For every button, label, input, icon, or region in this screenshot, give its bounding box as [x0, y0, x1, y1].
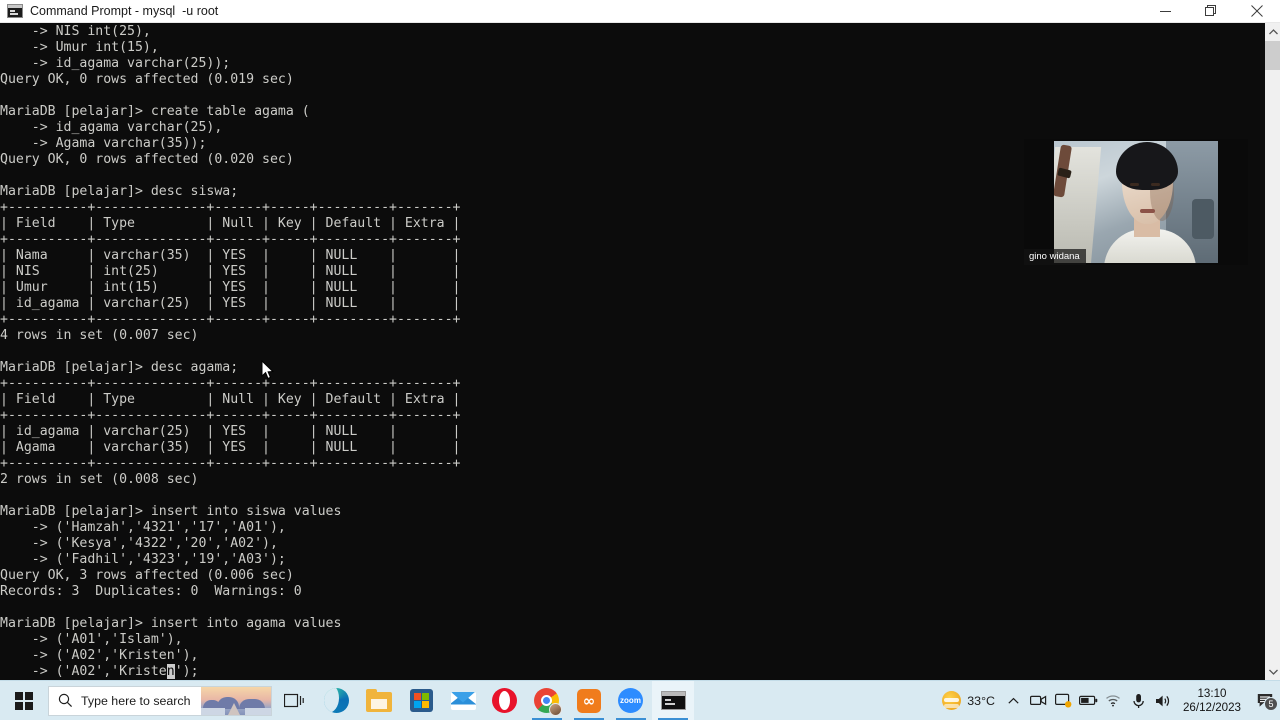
- restore-button[interactable]: [1188, 0, 1234, 23]
- system-tray: 33°C 13:10 26/12/2023 5: [938, 681, 1280, 720]
- screen-share-icon[interactable]: [1051, 681, 1076, 720]
- taskbar-app-microsoft-store[interactable]: [400, 681, 442, 720]
- mail-icon: [450, 691, 476, 710]
- webcam-name-label: gino widana: [1024, 249, 1086, 265]
- console-output-area[interactable]: -> NIS int(25), -> Umur int(15), -> id_a…: [0, 23, 1264, 680]
- windows-taskbar: Type here to search ∞ zoom 33°C 13:10 26…: [0, 680, 1280, 720]
- taskbar-app-microsoft-edge[interactable]: [316, 681, 358, 720]
- chrome-profile-thumbnail-icon: [549, 702, 562, 716]
- camera-icon[interactable]: [1026, 681, 1051, 720]
- webcam-background-object: [1192, 199, 1214, 239]
- wifi-icon[interactable]: [1101, 681, 1126, 720]
- tray-clock[interactable]: 13:10 26/12/2023: [1176, 681, 1250, 720]
- webcam-person-mouth: [1140, 209, 1155, 213]
- taskbar-app-google-chrome[interactable]: [526, 681, 568, 720]
- notification-badge: 5: [1264, 696, 1278, 711]
- webcam-overlay[interactable]: gino widana: [1024, 139, 1248, 265]
- webcam-person-eye-left: [1130, 183, 1139, 186]
- cmd-icon: [7, 4, 23, 18]
- tray-temperature: 33°C: [967, 693, 995, 708]
- scroll-thumb[interactable]: [1265, 41, 1280, 70]
- xampp-icon: ∞: [577, 688, 601, 713]
- file-explorer-icon: [366, 688, 392, 712]
- microsoft-store-icon: [409, 689, 433, 712]
- opera-icon: [492, 687, 517, 713]
- command-prompt-icon: [660, 691, 686, 710]
- windows-logo-icon: [15, 691, 33, 710]
- console-scrollbar[interactable]: [1264, 23, 1280, 680]
- taskbar-app-zoom[interactable]: zoom: [610, 681, 652, 720]
- text-cursor: n: [166, 664, 175, 679]
- close-button[interactable]: [1234, 0, 1280, 23]
- window-title: Command Prompt - mysql -u root: [30, 4, 219, 18]
- task-view-icon: [284, 693, 304, 708]
- microphone-icon[interactable]: [1126, 681, 1151, 720]
- volume-icon[interactable]: [1151, 681, 1176, 720]
- sun-behind-cloud-icon: [942, 691, 962, 710]
- tray-weather-widget[interactable]: 33°C: [938, 681, 1001, 720]
- webcam-person-eye-right: [1151, 183, 1160, 186]
- taskbar-app-mail[interactable]: [442, 681, 484, 720]
- tray-time: 13:10: [1197, 686, 1227, 700]
- notification-center-button[interactable]: 5: [1250, 681, 1280, 720]
- console-text: -> NIS int(25), -> Umur int(15), -> id_a…: [0, 23, 461, 680]
- console-body: -> NIS int(25), -> Umur int(15), -> id_a…: [0, 24, 461, 679]
- webcam-video: [1054, 141, 1218, 263]
- taskbar-app-opera[interactable]: [484, 681, 526, 720]
- tray-date: 26/12/2023: [1182, 700, 1241, 714]
- zoom-icon: zoom: [618, 687, 643, 713]
- taskbar-app-file-explorer[interactable]: [358, 681, 400, 720]
- window-titlebar[interactable]: Command Prompt - mysql -u root: [0, 0, 1280, 23]
- start-button[interactable]: [0, 681, 48, 720]
- taskbar-app-xampp[interactable]: ∞: [568, 681, 610, 720]
- minimize-button[interactable]: [1142, 0, 1188, 23]
- task-view-button[interactable]: [272, 681, 316, 720]
- search-placeholder: Type here to search: [81, 693, 191, 708]
- scroll-up-button[interactable]: [1265, 23, 1280, 40]
- search-icon: [58, 693, 73, 708]
- console-tail: ');: [174, 664, 199, 679]
- scroll-down-button[interactable]: [1265, 663, 1280, 680]
- taskbar-app-command-prompt[interactable]: [652, 680, 694, 720]
- search-wallpaper-thumbnail: [201, 686, 271, 715]
- battery-icon[interactable]: [1076, 681, 1101, 720]
- chevron-up-icon[interactable]: [1001, 681, 1026, 720]
- window-controls: [1142, 0, 1280, 23]
- desktop-screen: Command Prompt - mysql -u root -> NIS in: [0, 0, 1280, 720]
- edge-icon: [324, 687, 349, 713]
- search-input[interactable]: Type here to search: [48, 685, 272, 716]
